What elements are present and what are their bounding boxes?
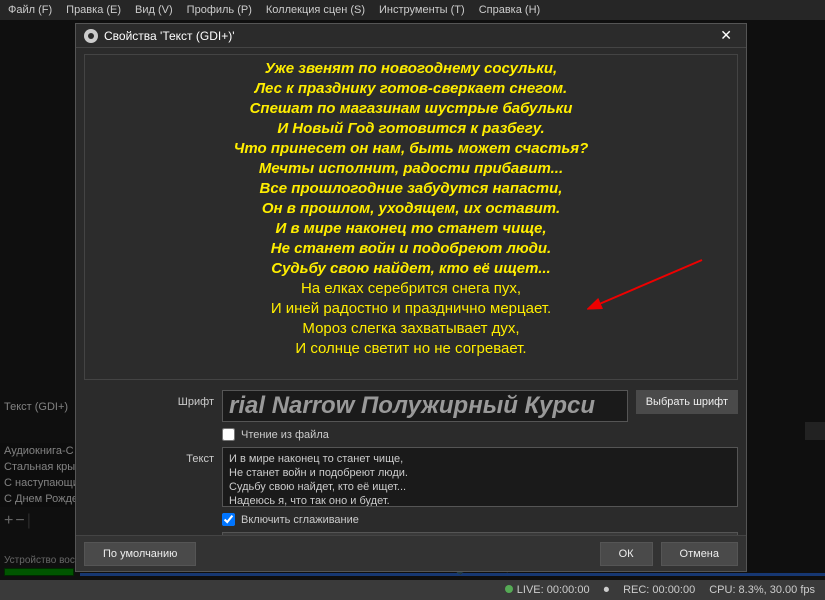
poem-content: Уже звенят по новогоднему сосульки, Лес … [234,59,588,359]
read-file-input[interactable] [222,428,235,441]
poem-line: И в мире наконец то станет чище, [234,219,588,239]
cpu-status: CPU: 8.3%, 30.00 fps [709,584,815,596]
text-label: Текст [84,447,214,465]
menu-view[interactable]: Вид (V) [135,4,173,16]
poem-line: Мечты исполнит, радости прибавит... [234,159,588,179]
defaults-button[interactable]: По умолчанию [84,542,196,566]
cancel-button[interactable]: Отмена [661,542,738,566]
menu-scenes[interactable]: Коллекция сцен (S) [266,4,365,16]
text-input[interactable]: И в мире наконец то станет чище,Не стане… [222,447,738,507]
font-label: Шрифт [84,390,214,408]
choose-font-button[interactable]: Выбрать шрифт [636,390,738,414]
poem-line: И иней радостно и празднично мерцает. [234,299,588,319]
antialias-input[interactable] [222,513,235,526]
menu-file[interactable]: Файл (F) [8,4,52,16]
font-preview[interactable]: rial Narrow Полужирный Курси [222,390,628,422]
properties-dialog: Свойства 'Текст (GDI+)' ✕ Уже звенят по … [75,23,747,572]
menu-edit[interactable]: Правка (E) [66,4,121,16]
poem-line: Спешат по магазинам шустрые бабульки [234,99,588,119]
poem-line: Уже звенят по новогоднему сосульки, [234,59,588,79]
text-preview: Уже звенят по новогоднему сосульки, Лес … [84,54,738,380]
dialog-footer: По умолчанию ОК Отмена [76,535,746,571]
obs-icon [84,29,98,43]
dialog-title: Свойства 'Текст (GDI+)' [104,29,714,43]
annotation-arrow-icon [587,255,707,315]
poem-line: Судьбу свою найдет, кто её ищет... [234,259,588,279]
read-file-checkbox[interactable]: Чтение из файла [222,428,329,441]
poem-line: На елках серебрится снега пух, [234,279,588,299]
rec-status: REC: 00:00:00 [623,584,695,596]
menu-help[interactable]: Справка (H) [479,4,540,16]
menubar: Файл (F) Правка (E) Вид (V) Профиль (P) … [0,0,825,20]
ok-button[interactable]: ОК [600,542,653,566]
menu-tools[interactable]: Инструменты (T) [379,4,465,16]
close-icon[interactable]: ✕ [714,27,738,44]
rec-icon: ⏺ [604,584,610,597]
poem-line: Не станет войн и подобреют люди. [234,239,588,259]
live-status: LIVE: 00:00:00 [505,584,590,596]
poem-line: Мороз слегка захватывает дух, [234,319,588,339]
antialias-checkbox[interactable]: Включить сглаживание [222,513,359,526]
statusbar: LIVE: 00:00:00 ⏺ REC: 00:00:00 CPU: 8.3%… [0,580,825,600]
poem-line: И солнце светит но не согревает. [234,339,588,359]
poem-line: И Новый Год готовится к разбегу. [234,119,588,139]
poem-line: Все прошлогодние забудутся напасти, [234,179,588,199]
menu-profile[interactable]: Профиль (P) [187,4,252,16]
poem-line: Он в прошлом, уходящем, их оставит. [234,199,588,219]
poem-line: Что принесет он нам, быть может счастья? [234,139,588,159]
poem-line: Лес к празднику готов-сверкает снегом. [234,79,588,99]
dialog-titlebar: Свойства 'Текст (GDI+)' ✕ [76,24,746,48]
dialog-form: Шрифт rial Narrow Полужирный Курси Выбра… [76,386,746,535]
